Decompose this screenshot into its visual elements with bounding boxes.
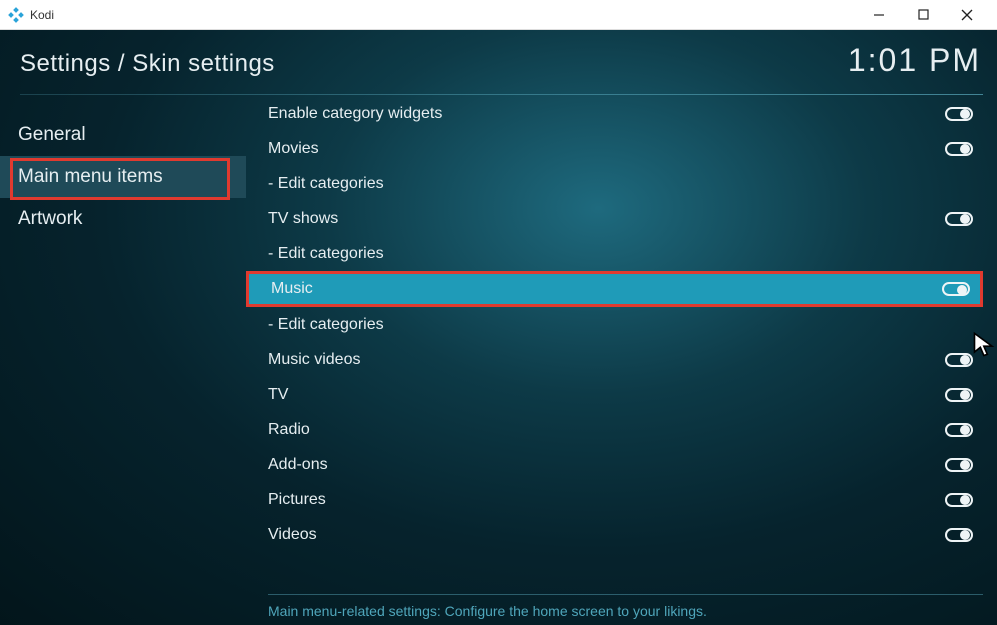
maximize-button[interactable] [913, 5, 933, 25]
sidebar-item-main-menu-items[interactable]: Main menu items [0, 156, 246, 198]
row-pictures[interactable]: Pictures [246, 482, 983, 517]
row-label: - Edit categories [268, 175, 973, 193]
row-edit-categories-tvshows[interactable]: - Edit categories [246, 236, 983, 271]
toggle-switch[interactable] [945, 528, 973, 542]
header-divider [20, 94, 983, 95]
row-label: Add-ons [268, 456, 945, 474]
clock: 1:01 PM [848, 42, 981, 79]
content-body: General Main menu items Artwork Enable cat… [0, 96, 997, 625]
row-music-videos[interactable]: Music videos [246, 342, 983, 377]
sidebar-item-label: Main menu items [18, 166, 163, 188]
app-window: Kodi Settings / Skin settings 1:01 PM Ge… [0, 0, 997, 625]
sidebar-item-label: Artwork [18, 208, 82, 230]
row-label: Movies [268, 140, 945, 158]
sidebar: General Main menu items Artwork [0, 96, 246, 625]
row-label: Enable category widgets [268, 105, 945, 123]
row-label: TV [268, 386, 945, 404]
row-label: TV shows [268, 210, 945, 228]
minimize-button[interactable] [869, 5, 889, 25]
row-label: Music videos [268, 351, 945, 369]
window-title: Kodi [30, 8, 869, 22]
toggle-switch[interactable] [945, 107, 973, 121]
row-edit-categories-music[interactable]: - Edit categories [246, 307, 983, 342]
row-enable-category-widgets[interactable]: Enable category widgets [246, 96, 983, 131]
app-body: Settings / Skin settings 1:01 PM General… [0, 30, 997, 625]
breadcrumb: Settings / Skin settings [20, 50, 275, 78]
settings-list: Enable category widgets Movies - Edit cate… [246, 96, 997, 625]
toggle-switch[interactable] [945, 212, 973, 226]
row-movies[interactable]: Movies [246, 131, 983, 166]
sidebar-item-label: General [18, 124, 86, 146]
toggle-switch[interactable] [945, 423, 973, 437]
toggle-switch[interactable] [945, 388, 973, 402]
footer-help-text: Main menu-related settings: Configure th… [268, 594, 983, 619]
row-radio[interactable]: Radio [246, 412, 983, 447]
row-edit-categories-movies[interactable]: - Edit categories [246, 166, 983, 201]
toggle-switch[interactable] [942, 282, 970, 296]
row-add-ons[interactable]: Add-ons [246, 447, 983, 482]
toggle-switch[interactable] [945, 493, 973, 507]
toggle-switch[interactable] [945, 353, 973, 367]
row-music[interactable]: Music [246, 271, 983, 307]
row-videos[interactable]: Videos [246, 517, 983, 552]
row-label: - Edit categories [268, 245, 973, 263]
row-label: Pictures [268, 491, 945, 509]
sidebar-item-general[interactable]: General [0, 114, 246, 156]
row-label: Radio [268, 421, 945, 439]
row-label: Music [271, 280, 942, 298]
row-label: Videos [268, 526, 945, 544]
row-label: - Edit categories [268, 316, 973, 334]
close-button[interactable] [957, 5, 977, 25]
toggle-switch[interactable] [945, 458, 973, 472]
window-controls [869, 5, 977, 25]
toggle-switch[interactable] [945, 142, 973, 156]
row-tv[interactable]: TV [246, 377, 983, 412]
sidebar-item-artwork[interactable]: Artwork [0, 198, 246, 240]
row-tv-shows[interactable]: TV shows [246, 201, 983, 236]
kodi-icon [8, 7, 24, 23]
titlebar: Kodi [0, 0, 997, 30]
